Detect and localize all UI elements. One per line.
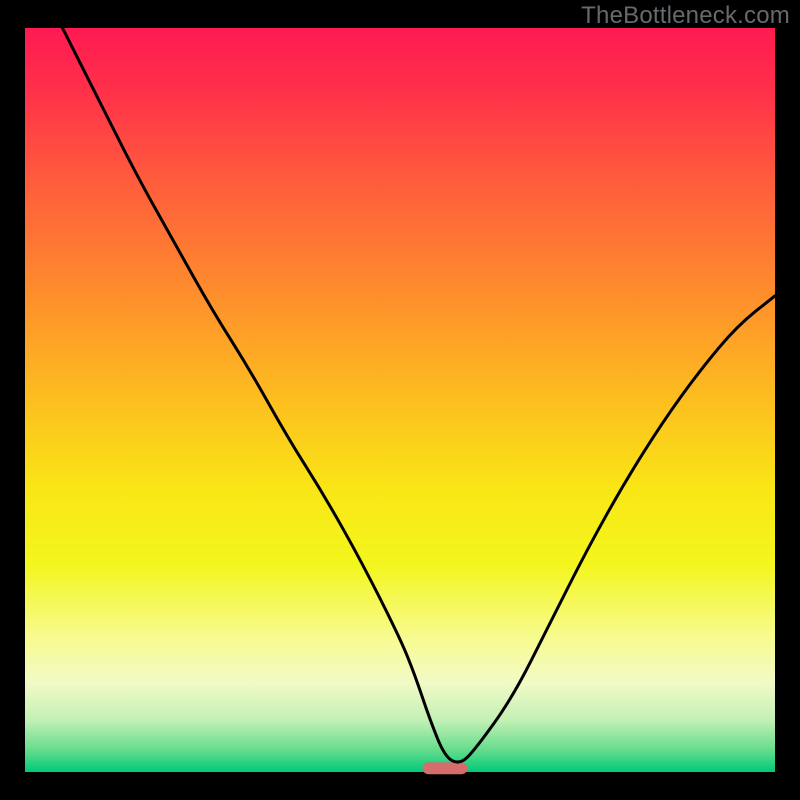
bottleneck-chart — [0, 0, 800, 800]
chart-plot-area — [25, 28, 775, 772]
optimal-zone-marker — [423, 762, 468, 774]
watermark-text: TheBottleneck.com — [581, 2, 790, 30]
chart-frame: TheBottleneck.com — [0, 0, 800, 800]
